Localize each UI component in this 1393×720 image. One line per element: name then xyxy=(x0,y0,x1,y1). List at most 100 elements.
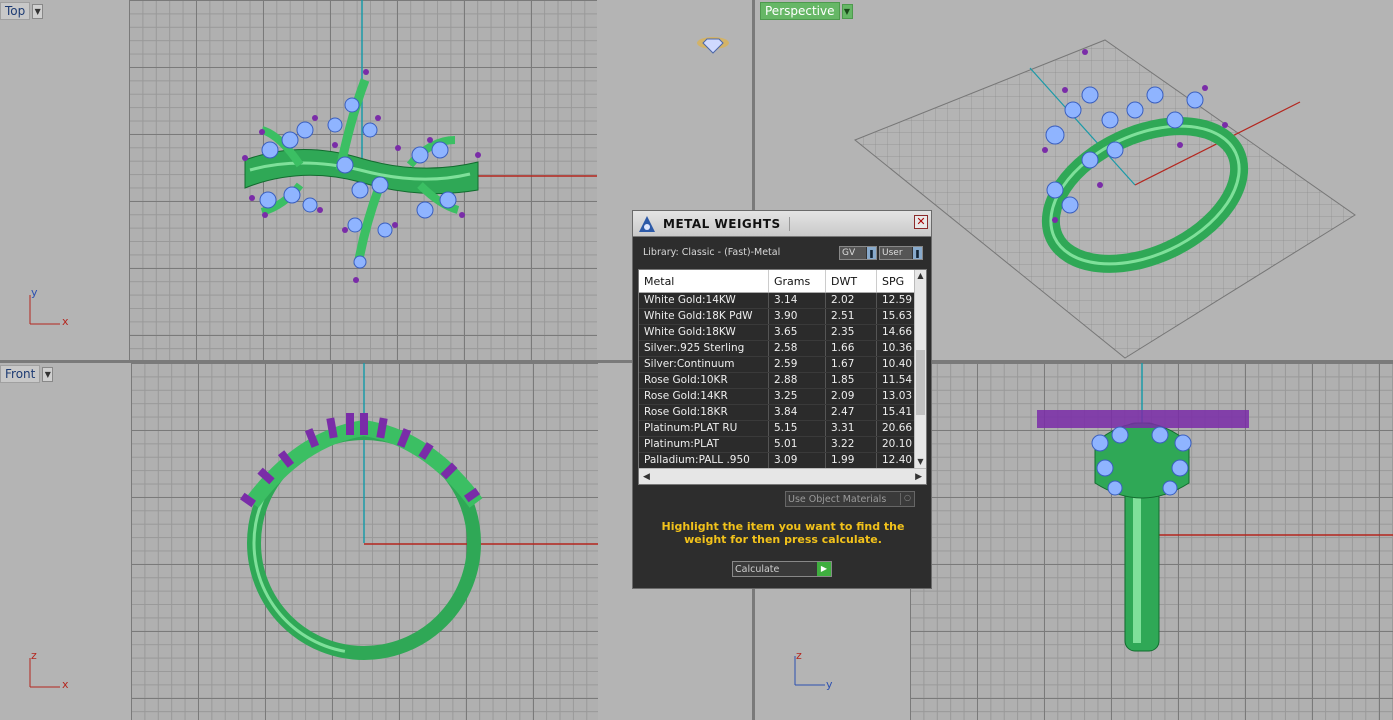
play-arrow-icon: ▶ xyxy=(817,562,831,576)
cell-metal: Palladium:PALL .950 xyxy=(639,453,769,468)
table-header: Metal Grams DWT SPG xyxy=(639,270,926,293)
cell-metal: Platinum:PLAT xyxy=(639,437,769,452)
cell-dwt: 2.02 xyxy=(826,293,877,308)
cell-spg: 14.66 xyxy=(882,326,913,338)
cell-dwt: 1.85 xyxy=(826,373,877,388)
dialog-title: METAL WEIGHTS xyxy=(663,216,790,231)
instruction-text: Highlight the item you want to find the … xyxy=(661,520,905,546)
cell-spg: 20.10 xyxy=(882,438,913,450)
viewport-name[interactable]: Perspective xyxy=(760,2,840,20)
cell-metal: Rose Gold:14KR xyxy=(639,389,769,404)
column-header-metal[interactable]: Metal xyxy=(639,270,769,292)
scroll-down-icon[interactable]: ▼ xyxy=(915,456,926,468)
cell-dwt: 2.09 xyxy=(826,389,877,404)
use-object-materials-toggle[interactable]: Use Object Materials ○ xyxy=(785,491,915,507)
cell-dwt: 2.47 xyxy=(826,405,877,420)
viewport-name[interactable]: Top xyxy=(0,2,31,20)
table-row[interactable]: Rose Gold:10KR 2.88 1.85 11.54 xyxy=(639,373,926,389)
cell-spg: 10.40 xyxy=(882,358,913,370)
cell-grams: 3.65 xyxy=(769,325,826,340)
cell-spg: 11.54 xyxy=(882,374,913,386)
cell-spg: 13.03 xyxy=(882,390,913,402)
cell-dwt: 3.31 xyxy=(826,421,877,436)
gv-label: GV xyxy=(842,248,856,258)
cell-spg: 15.63 xyxy=(882,310,913,322)
scroll-up-icon[interactable]: ▲ xyxy=(915,270,926,282)
dialog-titlebar[interactable]: METAL WEIGHTS ✕ xyxy=(633,211,931,237)
cell-metal: Platinum:PLAT RU xyxy=(639,421,769,436)
column-header-spg[interactable]: SPG xyxy=(877,270,914,292)
table-row[interactable]: White Gold:14KW 3.14 2.02 12.59 xyxy=(639,293,926,309)
metal-weights-dialog: METAL WEIGHTS ✕ Library: Classic - (Fast… xyxy=(632,210,932,589)
cell-grams: 3.25 xyxy=(769,389,826,404)
chevron-down-icon[interactable]: ▼ xyxy=(42,366,54,382)
scroll-left-icon[interactable]: ◀ xyxy=(643,472,650,482)
library-label: Library: Classic - (Fast)-Metal xyxy=(643,247,781,258)
table-row[interactable]: Silver:Continuum 2.59 1.67 10.40 xyxy=(639,357,926,373)
vertical-scrollbar[interactable]: ▲ ▼ xyxy=(914,270,926,468)
cell-dwt: 1.66 xyxy=(826,341,877,356)
cell-grams: 2.59 xyxy=(769,357,826,372)
cell-grams: 2.58 xyxy=(769,341,826,356)
cell-grams: 5.01 xyxy=(769,437,826,452)
close-icon[interactable]: ✕ xyxy=(914,215,928,229)
user-label: User xyxy=(882,248,903,258)
viewport-label-front[interactable]: Front ▼ xyxy=(0,365,54,383)
toggle-knob-icon: ❚ xyxy=(912,247,922,259)
calculate-label: Calculate xyxy=(735,563,780,575)
horizontal-scrollbar[interactable]: ◀ ▶ xyxy=(639,468,926,484)
table-row[interactable]: Platinum:PLAT RU 5.15 3.31 20.66 xyxy=(639,421,926,437)
table-row[interactable]: White Gold:18KW 3.65 2.35 14.66 xyxy=(639,325,926,341)
table-body: White Gold:14KW 3.14 2.02 12.59 White Gold:… xyxy=(639,293,926,469)
use-object-materials-label: Use Object Materials xyxy=(788,493,887,505)
axis-y-label: y xyxy=(826,678,833,691)
cell-metal: Silver:.925 Sterling xyxy=(639,341,769,356)
cell-spg: 12.59 xyxy=(882,294,913,306)
table-row[interactable]: Silver:.925 Sterling 2.58 1.66 10.36 xyxy=(639,341,926,357)
metal-table[interactable]: Metal Grams DWT SPG White Gold:14KW 3.14 2… xyxy=(638,269,927,485)
toggle-circle-icon: ○ xyxy=(900,493,914,505)
cell-spg: 20.66 xyxy=(882,422,913,434)
scroll-right-icon[interactable]: ▶ xyxy=(915,472,922,482)
cell-grams: 3.84 xyxy=(769,405,826,420)
gv-toggle[interactable]: GV ❚ xyxy=(839,246,877,260)
cell-grams: 3.90 xyxy=(769,309,826,324)
toggle-knob-icon: ❚ xyxy=(866,247,876,259)
axis-x-label: x xyxy=(62,315,69,328)
cell-metal: White Gold:18K PdW xyxy=(639,309,769,324)
viewport-label-top[interactable]: Top ▼ xyxy=(0,2,44,20)
cell-spg: 12.40 xyxy=(882,454,913,466)
column-header-dwt[interactable]: DWT xyxy=(826,270,877,292)
cell-spg: 15.41 xyxy=(882,406,913,418)
cell-dwt: 3.22 xyxy=(826,437,877,452)
chevron-down-icon[interactable]: ▼ xyxy=(841,3,853,19)
viewport-label-perspective[interactable]: Perspective ▼ xyxy=(760,2,853,20)
app-logo-icon xyxy=(635,212,659,236)
table-row[interactable]: White Gold:18K PdW 3.90 2.51 15.63 xyxy=(639,309,926,325)
viewport-name[interactable]: Front xyxy=(0,365,41,383)
table-row[interactable]: Platinum:PLAT 5.01 3.22 20.10 xyxy=(639,437,926,453)
cell-dwt: 1.67 xyxy=(826,357,877,372)
axis-y-label: y xyxy=(31,286,38,299)
axis-x-label: x xyxy=(62,678,69,691)
cell-metal: Silver:Continuum xyxy=(639,357,769,372)
table-row[interactable]: Rose Gold:14KR 3.25 2.09 13.03 xyxy=(639,389,926,405)
chevron-down-icon[interactable]: ▼ xyxy=(32,3,44,19)
column-header-grams[interactable]: Grams xyxy=(769,270,826,292)
cell-grams: 2.88 xyxy=(769,373,826,388)
scroll-thumb[interactable] xyxy=(916,350,925,415)
cell-grams: 3.09 xyxy=(769,453,826,468)
table-row[interactable]: Rose Gold:18KR 3.84 2.47 15.41 xyxy=(639,405,926,421)
cell-metal: Rose Gold:10KR xyxy=(639,373,769,388)
calculate-button[interactable]: Calculate ▶ xyxy=(732,561,832,577)
cell-grams: 3.14 xyxy=(769,293,826,308)
cell-dwt: 1.99 xyxy=(826,453,877,468)
cell-metal: White Gold:18KW xyxy=(639,325,769,340)
cell-grams: 5.15 xyxy=(769,421,826,436)
table-row[interactable]: Palladium:PALL .950 3.09 1.99 12.40 xyxy=(639,453,926,469)
cell-metal: White Gold:14KW xyxy=(639,293,769,308)
axis-z-label: z xyxy=(31,649,37,662)
cell-dwt: 2.35 xyxy=(826,325,877,340)
cell-dwt: 2.51 xyxy=(826,309,877,324)
user-toggle[interactable]: User ❚ xyxy=(879,246,923,260)
